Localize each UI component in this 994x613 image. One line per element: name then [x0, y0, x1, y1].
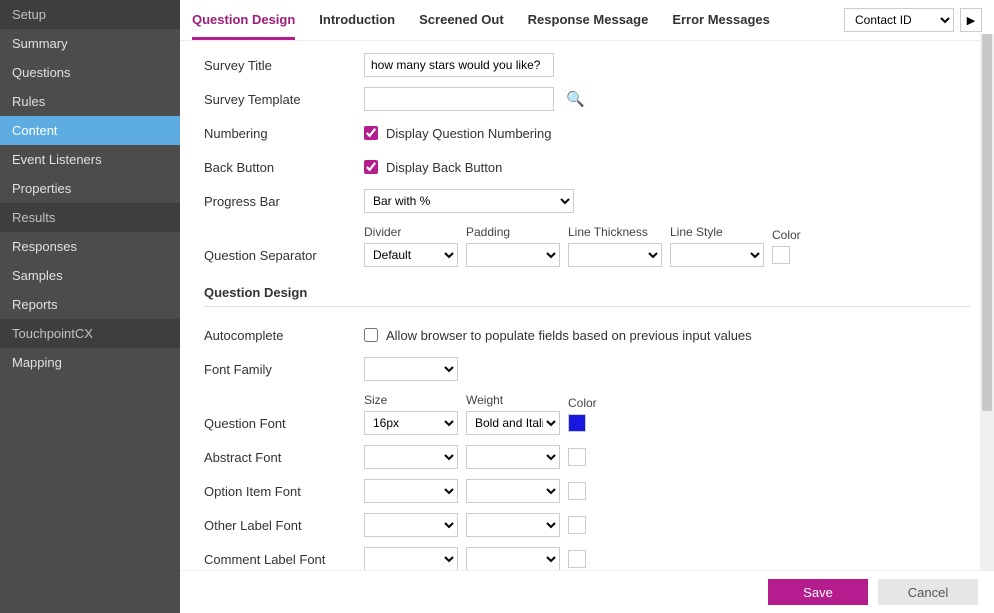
survey-title-input[interactable]	[364, 53, 554, 77]
col-label-qf-color: Color	[568, 396, 597, 410]
label-other-label-font: Other Label Font	[204, 518, 364, 533]
footer: Save Cancel	[180, 570, 994, 613]
tab-strip: Question Design Introduction Screened Ou…	[192, 6, 844, 40]
sidebar-item-event-listeners[interactable]: Event Listeners	[0, 145, 180, 174]
label-survey-title: Survey Title	[204, 58, 364, 73]
font-family-select[interactable]	[364, 357, 458, 381]
main-panel: Question Design Introduction Screened Ou…	[180, 0, 994, 613]
sidebar-item-questions[interactable]: Questions	[0, 58, 180, 87]
display-question-numbering-text: Display Question Numbering	[386, 126, 551, 141]
chevron-right-icon: ▶	[967, 14, 975, 27]
sidebar-group-setup: Setup	[0, 0, 180, 29]
comment-label-font-size-select[interactable]	[364, 547, 458, 571]
col-label-size: Size	[364, 393, 458, 407]
sidebar: Setup Summary Questions Rules Content Ev…	[0, 0, 180, 613]
col-label-line-style: Line Style	[670, 225, 764, 239]
section-heading-question-design: Question Design	[204, 285, 970, 300]
label-back-button: Back Button	[204, 160, 364, 175]
comment-label-font-weight-select[interactable]	[466, 547, 560, 571]
other-label-font-weight-select[interactable]	[466, 513, 560, 537]
abstract-font-size-select[interactable]	[364, 445, 458, 469]
separator-color-swatch[interactable]	[772, 246, 790, 264]
label-question-separator: Question Separator	[204, 248, 364, 267]
col-label-line-thickness: Line Thickness	[568, 225, 662, 239]
tab-screened-out[interactable]: Screened Out	[419, 6, 504, 40]
scrollbar[interactable]	[980, 34, 994, 573]
allow-autocomplete-checkbox[interactable]	[364, 328, 378, 342]
survey-template-input[interactable]	[364, 87, 554, 111]
comment-label-font-color-swatch[interactable]	[568, 550, 586, 568]
tab-introduction[interactable]: Introduction	[319, 6, 395, 40]
top-right-controls: Contact ID ▶	[844, 8, 982, 38]
sidebar-group-results: Results	[0, 203, 180, 232]
question-font-size-select[interactable]: 16px	[364, 411, 458, 435]
label-abstract-font: Abstract Font	[204, 450, 364, 465]
tab-question-design[interactable]: Question Design	[192, 6, 295, 40]
col-label-weight: Weight	[466, 393, 560, 407]
abstract-font-color-swatch[interactable]	[568, 448, 586, 466]
option-item-font-color-swatch[interactable]	[568, 482, 586, 500]
option-item-font-size-select[interactable]	[364, 479, 458, 503]
label-survey-template: Survey Template	[204, 92, 364, 107]
divider-select[interactable]: Default	[364, 243, 458, 267]
sidebar-item-reports[interactable]: Reports	[0, 290, 180, 319]
progress-bar-select[interactable]: Bar with %	[364, 189, 574, 213]
display-question-numbering-checkbox[interactable]	[364, 126, 378, 140]
tab-response-message[interactable]: Response Message	[528, 6, 649, 40]
label-autocomplete: Autocomplete	[204, 328, 364, 343]
scrollbar-thumb[interactable]	[982, 34, 992, 411]
display-back-button-text: Display Back Button	[386, 160, 502, 175]
label-font-family: Font Family	[204, 362, 364, 377]
padding-select[interactable]	[466, 243, 560, 267]
question-font-weight-select[interactable]: Bold and Italic	[466, 411, 560, 435]
top-bar: Question Design Introduction Screened Ou…	[180, 0, 994, 41]
label-progress-bar: Progress Bar	[204, 194, 364, 209]
cancel-button[interactable]: Cancel	[878, 579, 978, 605]
sidebar-item-samples[interactable]: Samples	[0, 261, 180, 290]
search-icon[interactable]: 🔍	[566, 90, 585, 108]
contact-id-select[interactable]: Contact ID	[844, 8, 954, 32]
other-label-font-color-swatch[interactable]	[568, 516, 586, 534]
save-button[interactable]: Save	[768, 579, 868, 605]
other-label-font-size-select[interactable]	[364, 513, 458, 537]
sidebar-item-summary[interactable]: Summary	[0, 29, 180, 58]
sidebar-group-touchpointcx: TouchpointCX	[0, 319, 180, 348]
sidebar-item-content[interactable]: Content	[0, 116, 180, 145]
option-item-font-weight-select[interactable]	[466, 479, 560, 503]
sidebar-item-rules[interactable]: Rules	[0, 87, 180, 116]
line-style-select[interactable]	[670, 243, 764, 267]
next-arrow-button[interactable]: ▶	[960, 8, 982, 32]
col-label-divider: Divider	[364, 225, 458, 239]
label-question-font: Question Font	[204, 416, 364, 435]
display-back-button-checkbox[interactable]	[364, 160, 378, 174]
form-content: Survey Title Survey Template 🔍 Numbering…	[180, 41, 994, 613]
label-numbering: Numbering	[204, 126, 364, 141]
col-label-sep-color: Color	[772, 228, 801, 242]
divider-line	[204, 306, 970, 307]
sidebar-item-responses[interactable]: Responses	[0, 232, 180, 261]
label-option-item-font: Option Item Font	[204, 484, 364, 499]
tab-error-messages[interactable]: Error Messages	[672, 6, 770, 40]
allow-autocomplete-text: Allow browser to populate fields based o…	[386, 328, 752, 343]
col-label-padding: Padding	[466, 225, 560, 239]
sidebar-item-mapping[interactable]: Mapping	[0, 348, 180, 377]
line-thickness-select[interactable]	[568, 243, 662, 267]
sidebar-item-properties[interactable]: Properties	[0, 174, 180, 203]
label-comment-label-font: Comment Label Font	[204, 552, 364, 567]
question-font-color-swatch[interactable]	[568, 414, 586, 432]
abstract-font-weight-select[interactable]	[466, 445, 560, 469]
